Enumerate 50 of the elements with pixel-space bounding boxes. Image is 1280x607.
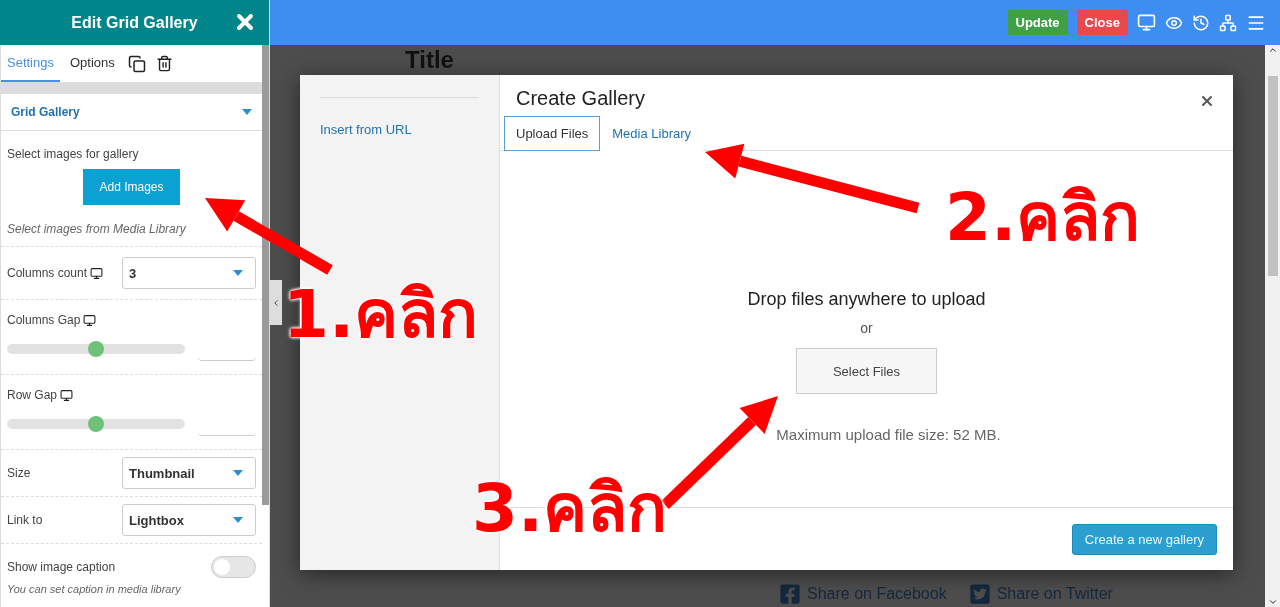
caption-note: You can set caption in media library	[7, 583, 182, 595]
page-title: Title	[405, 47, 455, 73]
history-icon[interactable]	[1192, 13, 1210, 32]
caret-icon	[233, 470, 243, 476]
drop-text: Drop files anywhere to upload	[747, 289, 986, 310]
select-field[interactable]: Thumbnail	[122, 457, 256, 489]
gallery-label: Select images for gallery	[7, 147, 140, 161]
scrollbar[interactable]	[262, 45, 269, 505]
slider-thumb[interactable]	[88, 341, 104, 357]
select-field[interactable]: Lightbox	[122, 504, 256, 536]
control-label: Columns count	[7, 266, 88, 280]
control-label: Row Gap	[7, 388, 58, 402]
modal-tab[interactable]: Upload Files	[504, 116, 601, 151]
create-gallery-button[interactable]: Create a new gallery	[1071, 523, 1217, 555]
scroll-up-icon[interactable]	[1267, 45, 1278, 55]
caret-icon	[242, 109, 252, 115]
control-label: Show image caption	[7, 560, 116, 574]
annotation-label: 2.คลิก	[945, 185, 1140, 251]
monitor-icon[interactable]	[1137, 13, 1156, 32]
insert-url-link[interactable]: Insert from URL	[320, 122, 412, 137]
sitemap-icon[interactable]	[1219, 13, 1237, 32]
scrollbar[interactable]	[1265, 45, 1280, 607]
sidebar-title: Edit Grid Gallery	[71, 13, 198, 32]
control-label: Columns Gap	[7, 313, 81, 327]
slider-track[interactable]	[7, 419, 185, 429]
select-field[interactable]: 3	[122, 257, 256, 289]
scroll-thumb[interactable]	[1267, 76, 1278, 276]
toolbar-button[interactable]: Update	[1007, 10, 1068, 35]
control-label: Size	[7, 466, 31, 480]
section-title: Grid Gallery	[11, 105, 80, 119]
facebook-icon	[779, 583, 801, 605]
or-text: or	[860, 320, 873, 336]
slider-track[interactable]	[7, 344, 185, 354]
select-files-button[interactable]: Select Files	[796, 348, 937, 394]
add-images-button[interactable]: Add Images	[83, 169, 180, 205]
toggle-switch[interactable]	[211, 556, 256, 578]
toolbar-button[interactable]: Close	[1076, 10, 1128, 35]
twitter-icon	[968, 583, 991, 605]
caret-icon	[233, 270, 243, 276]
gallery-hint: Select images from Media Library	[7, 222, 187, 236]
caret-icon	[233, 517, 243, 523]
control-label: Link to	[7, 513, 43, 527]
close-icon[interactable]	[1199, 93, 1215, 109]
max-size-text: Maximum upload file size: 52 MB.	[776, 426, 1001, 443]
slider-thumb[interactable]	[88, 416, 104, 432]
scroll-down-icon[interactable]	[1267, 597, 1278, 607]
annotation-label: 3.คลิก	[472, 476, 667, 542]
collapse-handle[interactable]	[270, 280, 282, 325]
settings-tab[interactable]: Options	[64, 45, 121, 82]
modal-title: Create Gallery	[516, 87, 645, 110]
